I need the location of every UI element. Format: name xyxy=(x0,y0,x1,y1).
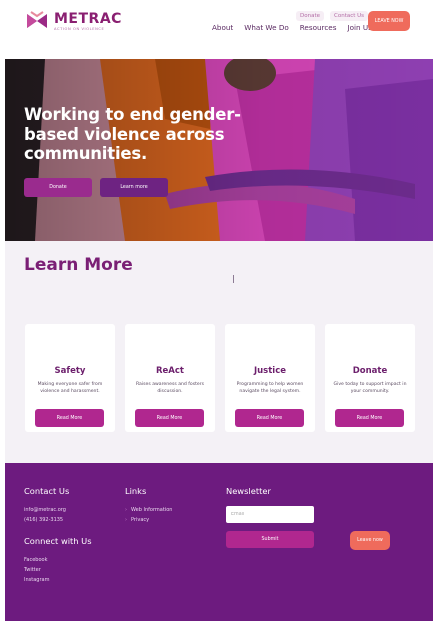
text-cursor xyxy=(233,275,234,283)
hero-learn-more-button[interactable]: Learn more xyxy=(100,178,168,197)
newsletter-email-input[interactable] xyxy=(226,506,314,523)
main-nav: About What We Do Resources Join Us xyxy=(212,23,372,32)
card-description: Programming to help women navigate the l… xyxy=(236,382,304,394)
card-justice: Justice Programming to help women naviga… xyxy=(225,324,315,432)
card-description: Give today to support impact in your com… xyxy=(333,382,407,394)
nav-what-we-do[interactable]: What We Do xyxy=(244,23,289,32)
metrac-logo-icon xyxy=(27,11,47,28)
card-read-more-button[interactable]: Read More xyxy=(35,409,104,427)
card-title: Safety xyxy=(54,366,86,376)
leave-now-button[interactable]: LEAVE NOW xyxy=(368,11,410,31)
utility-links: Donate Contact Us xyxy=(296,11,369,21)
social-instagram[interactable]: Instagram xyxy=(24,577,49,583)
footer-link-web-information[interactable]: Web Information xyxy=(125,507,172,513)
card-read-more-button[interactable]: Read More xyxy=(235,409,304,427)
footer-connect-heading: Connect with Us xyxy=(24,536,92,546)
footer-email[interactable]: info@metrac.org xyxy=(24,507,66,513)
learn-more-section: Learn More Safety Making everyone safer … xyxy=(5,241,433,463)
site-header: METRAC ACTION ON VIOLENCE Donate Contact… xyxy=(0,0,433,58)
card-title: Justice xyxy=(253,366,287,376)
footer-contact-heading: Contact Us xyxy=(24,486,70,496)
card-donate: Donate Give today to support impact in y… xyxy=(325,324,415,432)
util-link-donate[interactable]: Donate xyxy=(296,11,324,21)
footer-link-privacy[interactable]: Privacy xyxy=(125,517,149,523)
hero-donate-button[interactable]: Donate xyxy=(24,178,92,197)
nav-resources[interactable]: Resources xyxy=(300,23,337,32)
card-react: ReAct Raises awareness and fosters discu… xyxy=(125,324,215,432)
footer-newsletter-heading: Newsletter xyxy=(226,486,271,496)
card-title: ReAct xyxy=(156,366,184,376)
hero-banner: Working to end gender-based violence acr… xyxy=(5,59,433,241)
card-title: Donate xyxy=(352,366,388,376)
brand-tagline: ACTION ON VIOLENCE xyxy=(54,26,105,31)
hero-title: Working to end gender-based violence acr… xyxy=(24,105,241,163)
card-read-more-button[interactable]: Read More xyxy=(335,409,404,427)
util-link-contact[interactable]: Contact Us xyxy=(330,11,369,21)
nav-about[interactable]: About xyxy=(212,23,233,32)
social-facebook[interactable]: Facebook xyxy=(24,557,48,563)
card-description: Raises awareness and fosters discussion. xyxy=(135,382,205,394)
learn-more-heading: Learn More xyxy=(24,255,133,275)
social-twitter[interactable]: Twitter xyxy=(24,567,41,573)
card-read-more-button[interactable]: Read More xyxy=(135,409,204,427)
footer-phone[interactable]: (416) 392-3135 xyxy=(24,517,63,523)
brand-name: METRAC xyxy=(54,10,122,27)
newsletter-submit-button[interactable]: Submit xyxy=(226,531,314,548)
metrac-logo[interactable]: METRAC ACTION ON VIOLENCE xyxy=(25,10,122,32)
card-description: Making everyone safer from violence and … xyxy=(37,382,103,394)
footer-links-heading: Links xyxy=(125,486,147,496)
footer-leave-now-button[interactable]: Leave now xyxy=(350,531,390,550)
site-footer: Contact Us info@metrac.org (416) 392-313… xyxy=(5,463,433,621)
card-safety: Safety Making everyone safer from violen… xyxy=(25,324,115,432)
